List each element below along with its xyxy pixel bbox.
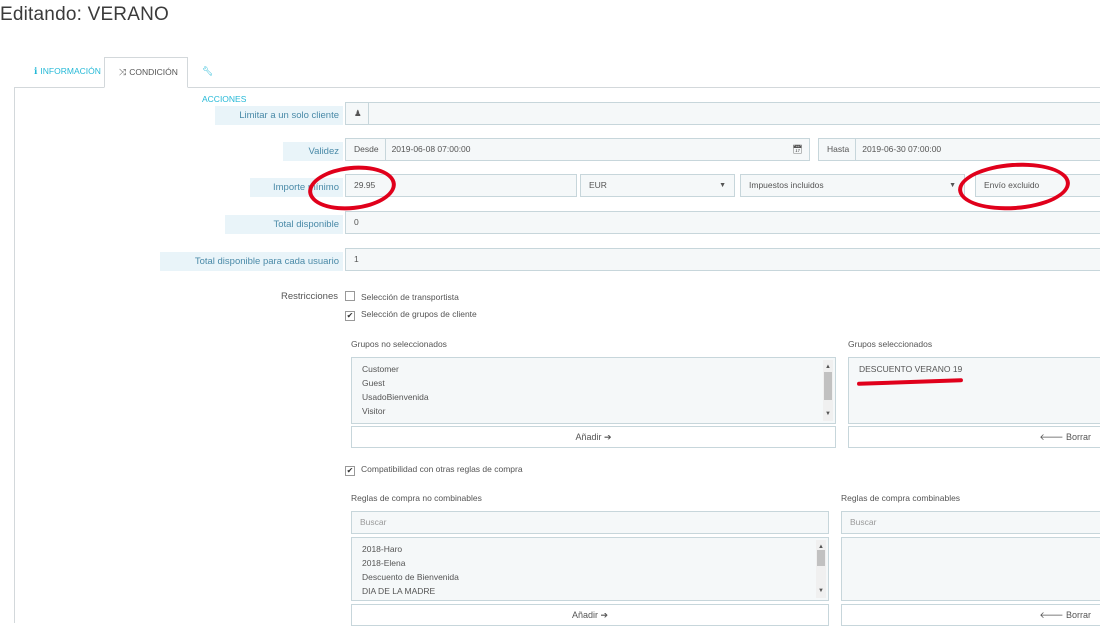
groups-remove-button[interactable]: 🡐 Borrar bbox=[848, 426, 1100, 448]
total-available-input[interactable]: 0 bbox=[345, 211, 1100, 234]
validity-from-input[interactable]: Desde 2019-06-08 07:00:00 📅︎ bbox=[345, 138, 810, 161]
tax-value: Impuestos incluidos bbox=[749, 180, 824, 190]
compat-checkbox[interactable]: ✔ Compatibilidad con otras reglas de comp… bbox=[345, 464, 523, 476]
tab-condicion[interactable]: ⤨ CONDICIÓN bbox=[104, 57, 188, 88]
tab-informacion-label: INFORMACIÓN bbox=[40, 66, 101, 76]
total-available-value: 0 bbox=[354, 217, 359, 227]
list-item[interactable]: Guest bbox=[362, 376, 825, 390]
tab-condicion-label: CONDICIÓN bbox=[129, 67, 178, 77]
caret-down-icon: ▼ bbox=[719, 182, 726, 189]
carrier-checkbox-label: Selección de transportista bbox=[361, 292, 459, 302]
rules-combinable-list[interactable] bbox=[841, 537, 1100, 601]
scrollbar-thumb[interactable] bbox=[824, 372, 832, 400]
limit-customer-input[interactable]: ♟ bbox=[345, 102, 1100, 125]
from-addon: Desde bbox=[354, 139, 386, 160]
list-item[interactable]: Customer bbox=[362, 362, 825, 376]
wrench-icon: 🔧︎ bbox=[202, 66, 214, 76]
checkbox-unchecked[interactable] bbox=[345, 291, 355, 301]
to-addon: Hasta bbox=[827, 139, 857, 160]
list-item[interactable]: UsadoBienvenida bbox=[362, 390, 825, 404]
calendar-icon[interactable]: 📅︎ bbox=[792, 139, 803, 160]
total-available-label: Total disponible bbox=[225, 215, 343, 234]
scrollbar[interactable]: ▲ ▼ bbox=[816, 540, 826, 598]
checkbox-checked[interactable]: ✔ bbox=[345, 311, 355, 321]
list-item[interactable]: Descuento de Bienvenida bbox=[362, 570, 818, 584]
groups-unselected-label: Grupos no seleccionados bbox=[351, 339, 447, 349]
scroll-down-icon[interactable]: ▼ bbox=[823, 407, 833, 421]
validity-label: Validez bbox=[283, 142, 343, 161]
tax-select[interactable]: Impuestos incluidos ▼ bbox=[740, 174, 965, 197]
caret-down-icon: ▼ bbox=[949, 182, 956, 189]
currency-select[interactable]: EUR ▼ bbox=[580, 174, 735, 197]
total-per-user-input[interactable]: 1 bbox=[345, 248, 1100, 271]
groups-checkbox-label: Selección de grupos de cliente bbox=[361, 309, 477, 319]
validity-from-value: 2019-06-08 07:00:00 bbox=[391, 144, 471, 154]
rules-noncombinable-search[interactable]: Buscar bbox=[351, 511, 829, 534]
groups-selected-list[interactable]: DESCUENTO VERANO 19 bbox=[848, 357, 1100, 424]
limit-customer-label: Limitar a un solo cliente bbox=[215, 106, 343, 125]
scrollbar-thumb[interactable] bbox=[817, 550, 825, 566]
tab-bar: ℹ INFORMACIÓN ⤨ CONDICIÓN 🔧︎ACCIONES bbox=[14, 57, 1100, 104]
groups-add-button[interactable]: Añadir ➔ bbox=[351, 426, 836, 448]
list-item[interactable]: DIA DE LA MADRE bbox=[362, 584, 818, 598]
rules-noncombinable-label: Reglas de compra no combinables bbox=[351, 493, 482, 503]
currency-value: EUR bbox=[589, 180, 607, 190]
rules-combinable-search[interactable]: Buscar bbox=[841, 511, 1100, 534]
rules-combinable-label: Reglas de compra combinables bbox=[841, 493, 961, 503]
groups-selected-label: Grupos seleccionados bbox=[848, 339, 933, 349]
list-item[interactable]: 2018-Elena bbox=[362, 556, 818, 570]
tab-informacion[interactable]: ℹ INFORMACIÓN bbox=[20, 57, 104, 86]
validity-to-input[interactable]: Hasta 2019-06-30 07:00:00 bbox=[818, 138, 1100, 161]
list-item[interactable]: 2018-Haro bbox=[362, 542, 818, 556]
scrollbar[interactable]: ▲ ▼ bbox=[823, 360, 833, 421]
shuffle-icon: ⤨ bbox=[119, 67, 127, 77]
groups-unselected-list[interactable]: Customer Guest UsadoBienvenida Visitor ▲… bbox=[351, 357, 836, 424]
groups-checkbox[interactable]: ✔ Selección de grupos de cliente bbox=[345, 309, 477, 321]
carrier-checkbox[interactable]: Selección de transportista bbox=[345, 291, 459, 302]
validity-to-value: 2019-06-30 07:00:00 bbox=[862, 144, 942, 154]
checkbox-checked[interactable]: ✔ bbox=[345, 466, 355, 476]
compat-checkbox-label: Compatibilidad con otras reglas de compr… bbox=[361, 464, 523, 474]
restrictions-label: Restricciones bbox=[280, 291, 338, 302]
list-item[interactable]: Visitor bbox=[362, 404, 825, 418]
rules-noncombinable-list[interactable]: 2018-Haro 2018-Elena Descuento de Bienve… bbox=[351, 537, 829, 601]
total-per-user-label: Total disponible para cada usuario bbox=[160, 252, 343, 271]
list-item[interactable]: DESCUENTO VERANO 19 bbox=[859, 362, 1097, 376]
info-icon: ℹ bbox=[34, 66, 38, 76]
page-title: Editando: VERANO bbox=[0, 4, 170, 25]
scroll-down-icon[interactable]: ▼ bbox=[816, 584, 826, 598]
user-icon: ♟ bbox=[354, 103, 369, 124]
total-per-user-value: 1 bbox=[354, 254, 359, 264]
tab-acciones[interactable]: 🔧︎ACCIONES bbox=[188, 57, 272, 104]
